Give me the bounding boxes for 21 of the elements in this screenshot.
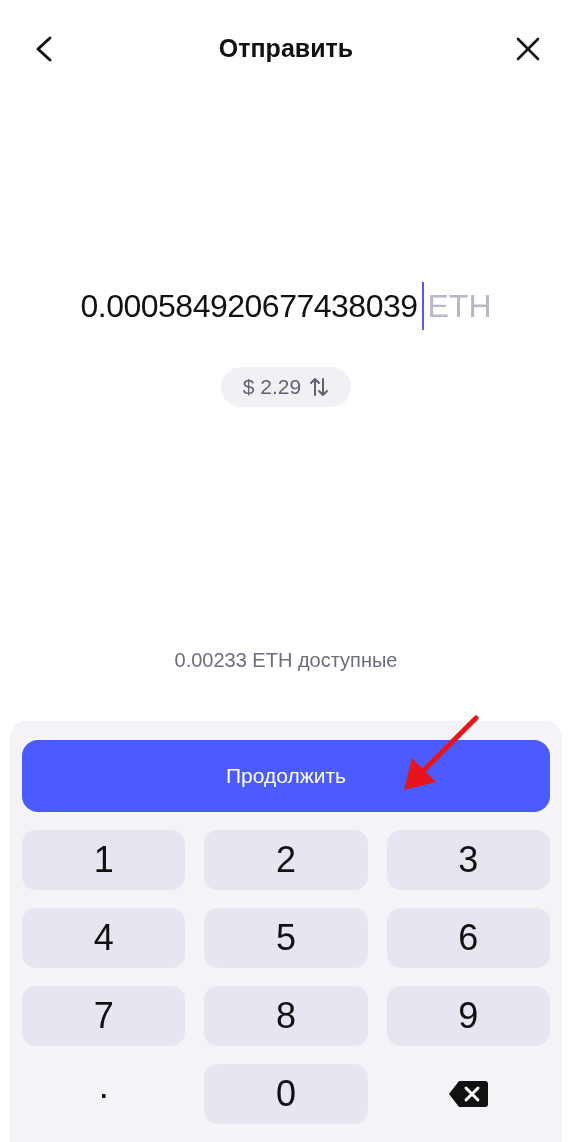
close-icon[interactable] bbox=[516, 37, 540, 61]
keypad-key[interactable]: 0 bbox=[204, 1064, 368, 1124]
fiat-toggle[interactable]: $ 2.29 bbox=[220, 367, 352, 407]
keypad-key[interactable]: 7 bbox=[22, 986, 186, 1046]
swap-icon bbox=[309, 375, 330, 399]
keypad-key[interactable]: 3 bbox=[386, 830, 550, 890]
keypad-key[interactable]: 2 bbox=[204, 830, 368, 890]
text-cursor bbox=[421, 282, 424, 330]
amount-value: 0.000584920677438039 bbox=[80, 287, 418, 326]
continue-button[interactable]: Продолжить bbox=[22, 740, 550, 812]
keypad-key[interactable]: 5 bbox=[204, 908, 368, 968]
keypad-key[interactable]: 9 bbox=[386, 986, 550, 1046]
keypad-key[interactable]: 4 bbox=[22, 908, 186, 968]
screen-title: Отправить bbox=[218, 33, 354, 65]
keypad-key[interactable]: 8 bbox=[204, 986, 368, 1046]
keypad-key[interactable]: 6 bbox=[386, 908, 550, 968]
currency-label: ETH bbox=[427, 287, 492, 326]
keypad-key[interactable]: . bbox=[22, 1064, 186, 1124]
backspace-icon bbox=[447, 1079, 490, 1109]
available-balance: 0.00233 ETH доступные bbox=[174, 648, 398, 673]
keypad-key[interactable]: 1 bbox=[22, 830, 186, 890]
